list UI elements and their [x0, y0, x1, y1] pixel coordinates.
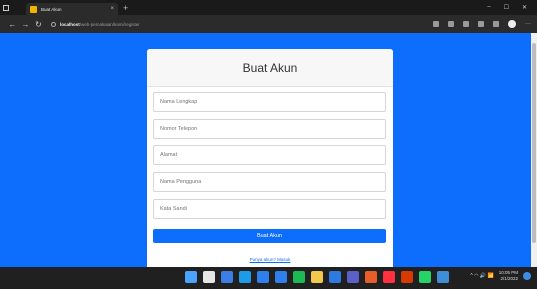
taskbar-whatsapp-icon[interactable]	[419, 271, 431, 283]
minimize-button[interactable]: –	[487, 4, 490, 11]
address-input[interactable]	[153, 145, 386, 165]
taskbar-edge-icon[interactable]	[239, 271, 251, 283]
taskbar-firefox-icon[interactable]	[365, 271, 377, 283]
page-scrollbar[interactable]	[531, 33, 537, 267]
browser-tab[interactable]: Buat Akun ×	[26, 3, 118, 15]
clock-date: 2/1/2022	[500, 276, 518, 281]
maximize-button[interactable]: ☐	[504, 4, 509, 11]
browser-titlebar: Buat Akun × + – ☐ ✕	[0, 0, 537, 15]
back-button[interactable]: ←	[6, 20, 19, 29]
full-name-input[interactable]	[153, 92, 386, 112]
taskbar-chrome-icon[interactable]	[311, 271, 323, 283]
tab-title: Buat Akun	[41, 6, 62, 12]
forward-button[interactable]: →	[19, 20, 32, 29]
taskbar-file-explorer-icon[interactable]	[221, 271, 233, 283]
more-menu-icon[interactable]: ···	[525, 21, 531, 27]
taskbar-store-icon[interactable]	[257, 271, 269, 283]
site-info-icon[interactable]	[51, 21, 56, 27]
page-title: Buat Akun	[242, 60, 298, 75]
toolbar-icons: ···	[433, 20, 531, 28]
favorites-icon[interactable]	[448, 21, 454, 27]
close-window-button[interactable]: ✕	[522, 4, 527, 11]
register-card: Buat Akun Buat Akun Punya akun? Masuk	[147, 49, 393, 267]
login-link[interactable]: Punya akun? Masuk	[147, 257, 393, 262]
extensions-icon[interactable]	[463, 21, 469, 27]
new-tab-button[interactable]: +	[123, 3, 128, 13]
taskbar-opera-icon[interactable]	[383, 271, 395, 283]
address-bar-row: ← → ↻ localhost /web-pemakaian/kami/regi…	[0, 15, 537, 33]
taskbar-teams-icon[interactable]	[347, 271, 359, 283]
url-path: /web-pemakaian/kami/register	[79, 21, 140, 27]
system-tray: ^ ◠ 🔊 📶 10:05 PM 2/1/2022	[470, 270, 531, 282]
username-input[interactable]	[153, 172, 386, 192]
taskbar-spotify-icon[interactable]	[293, 271, 305, 283]
phone-number-input[interactable]	[153, 119, 386, 139]
windows-taskbar: ^ ◠ 🔊 📶 10:05 PM 2/1/2022	[0, 267, 537, 289]
password-input[interactable]	[153, 199, 386, 219]
notification-icon[interactable]	[523, 272, 531, 280]
collections-icon[interactable]	[478, 21, 484, 27]
url-field[interactable]: localhost /web-pemakaian/kami/register	[51, 18, 411, 30]
taskbar-photos-icon[interactable]	[437, 271, 449, 283]
window-controls: – ☐ ✕	[487, 4, 537, 11]
clock[interactable]: 10:05 PM 2/1/2022	[499, 270, 518, 282]
tray-icons[interactable]: ^ ◠ 🔊 📶	[470, 273, 493, 279]
reader-mode-icon[interactable]	[433, 21, 439, 27]
window-menu-icon[interactable]	[0, 0, 12, 15]
taskbar-office-icon[interactable]	[401, 271, 413, 283]
taskbar-search-icon[interactable]	[203, 271, 215, 283]
history-icon[interactable]	[493, 21, 499, 27]
profile-avatar[interactable]	[508, 20, 516, 28]
reload-button[interactable]: ↻	[32, 20, 45, 29]
taskbar-windows-start-icon[interactable]	[185, 271, 197, 283]
tab-favicon-icon	[30, 5, 37, 13]
tab-close-icon[interactable]: ×	[110, 6, 114, 12]
create-account-button[interactable]: Buat Akun	[153, 229, 386, 243]
scrollbar-thumb[interactable]	[532, 43, 536, 243]
taskbar-apps	[185, 271, 449, 283]
url-host: localhost	[60, 21, 80, 27]
card-header: Buat Akun	[147, 49, 393, 87]
taskbar-mail-icon[interactable]	[275, 271, 287, 283]
taskbar-vscode-icon[interactable]	[329, 271, 341, 283]
